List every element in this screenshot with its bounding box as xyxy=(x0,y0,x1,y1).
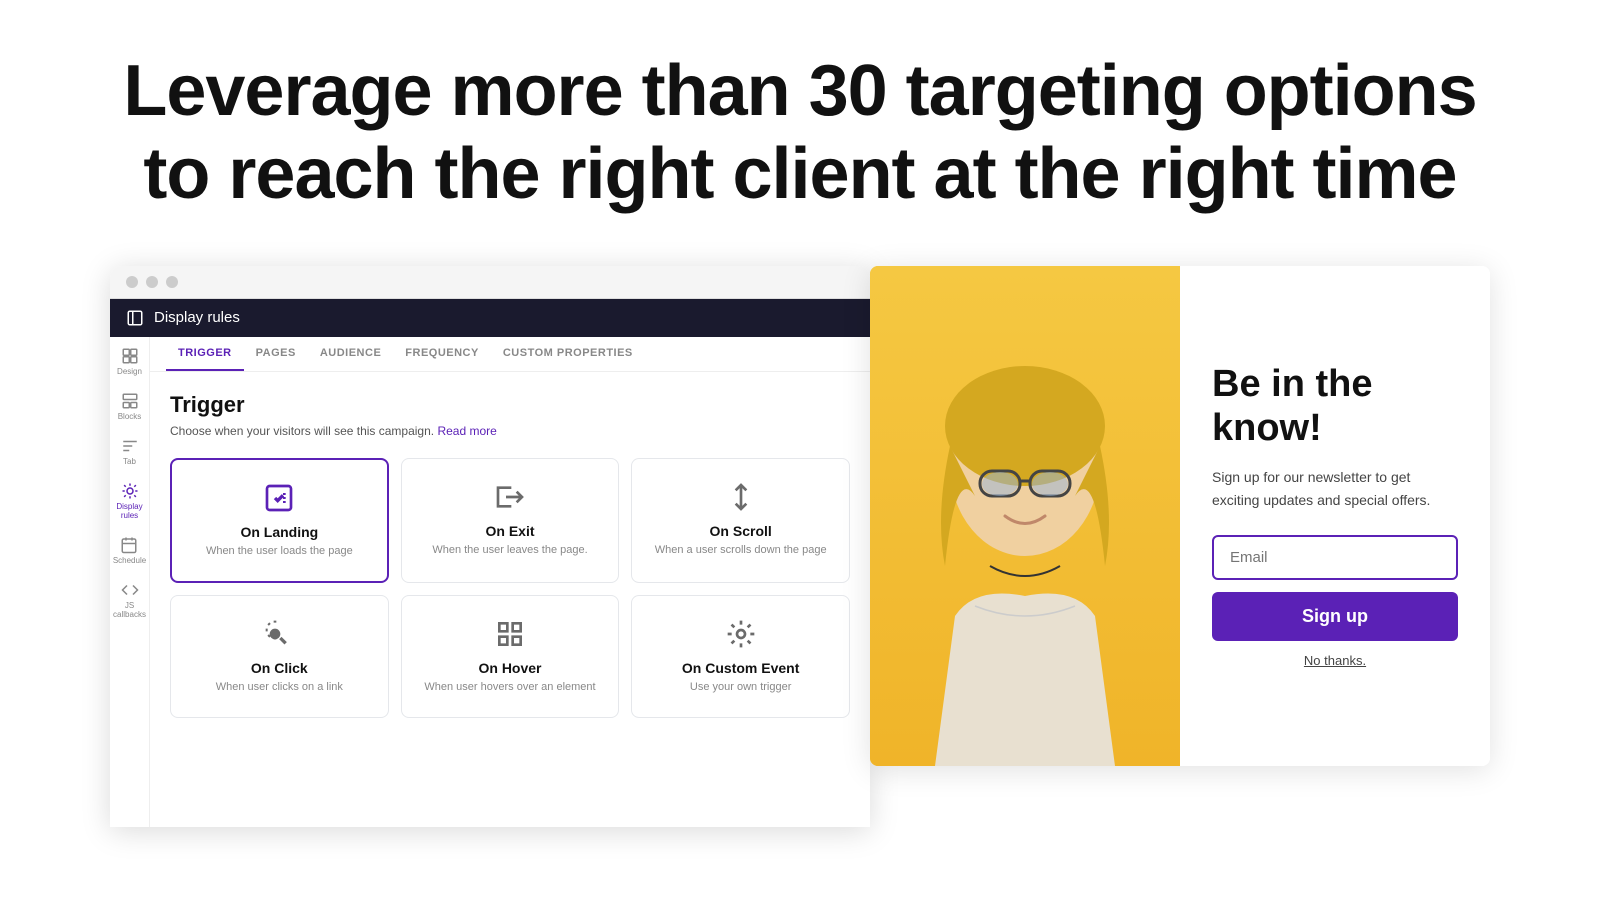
on-exit-desc: When the user leaves the page. xyxy=(432,543,587,558)
blocks-icon xyxy=(121,392,139,410)
tab-audience[interactable]: AUDIENCE xyxy=(308,337,393,371)
on-exit-title: On Exit xyxy=(485,523,534,539)
trigger-card-on-hover[interactable]: On Hover When user hovers over an elemen… xyxy=(401,595,620,718)
tab-custom-properties[interactable]: CUSTOM PROPERTIES xyxy=(491,337,645,371)
main-content-area: TRIGGER PAGES AUDIENCE FREQUENCY CUSTOM … xyxy=(150,337,870,827)
popup-preview: Be in the know! Sign up for our newslett… xyxy=(870,266,1490,766)
on-hover-icon xyxy=(494,618,526,650)
on-hover-title: On Hover xyxy=(478,660,541,676)
sidebar-item-display-rules[interactable]: Display rules xyxy=(110,482,149,520)
display-rules-sidebar-label: Display rules xyxy=(110,502,149,520)
trigger-card-on-custom-event[interactable]: On Custom Event Use your own trigger xyxy=(631,595,850,718)
browser-dot-yellow xyxy=(146,276,158,288)
sidebar-item-blocks[interactable]: Blocks xyxy=(118,392,142,421)
popup-form-panel: Be in the know! Sign up for our newslett… xyxy=(1180,266,1490,766)
blocks-label: Blocks xyxy=(118,412,142,421)
trigger-section: Trigger Choose when your visitors will s… xyxy=(150,372,870,739)
popup-image-bg xyxy=(870,266,1180,766)
schedule-label: Schedule xyxy=(113,556,146,565)
on-click-icon xyxy=(263,618,295,650)
icon-sidebar: Design Blocks Tab xyxy=(110,337,150,827)
on-scroll-title: On Scroll xyxy=(710,523,772,539)
no-thanks-link[interactable]: No thanks. xyxy=(1212,653,1458,668)
tab-pages[interactable]: PAGES xyxy=(244,337,308,371)
woman-illustration xyxy=(875,266,1175,766)
on-landing-icon xyxy=(263,482,295,514)
on-landing-desc: When the user loads the page xyxy=(206,544,353,559)
popup-subtext: Sign up for our newsletter to get exciti… xyxy=(1212,466,1458,511)
browser-mockup: Display rules Design xyxy=(110,266,870,827)
browser-bar xyxy=(110,266,870,299)
schedule-icon xyxy=(120,536,138,554)
tab-label: Tab xyxy=(123,457,136,466)
trigger-cards-grid: On Landing When the user loads the page … xyxy=(170,458,850,719)
sidebar-item-design[interactable]: Design xyxy=(117,347,142,376)
on-click-title: On Click xyxy=(251,660,308,676)
tab-frequency[interactable]: FREQUENCY xyxy=(393,337,491,371)
browser-body: Design Blocks Tab xyxy=(110,337,870,827)
on-scroll-icon xyxy=(725,481,757,513)
trigger-description: Choose when your visitors will see this … xyxy=(170,424,850,438)
browser-dot-red xyxy=(126,276,138,288)
trigger-card-on-exit[interactable]: On Exit When the user leaves the page. xyxy=(401,458,620,583)
on-custom-event-title: On Custom Event xyxy=(682,660,799,676)
tab-trigger[interactable]: TRIGGER xyxy=(166,337,244,371)
sidebar-toggle-icon[interactable] xyxy=(126,309,144,327)
hero-section: Leverage more than 30 targeting options … xyxy=(0,0,1600,256)
on-click-desc: When user clicks on a link xyxy=(216,680,343,695)
on-custom-event-desc: Use your own trigger xyxy=(690,680,792,695)
on-landing-title: On Landing xyxy=(240,524,318,540)
popup-headline: Be in the know! xyxy=(1212,363,1458,450)
trigger-card-on-click[interactable]: On Click When user clicks on a link xyxy=(170,595,389,718)
tab-icon xyxy=(121,437,139,455)
email-input[interactable] xyxy=(1212,535,1458,580)
trigger-card-on-landing[interactable]: On Landing When the user loads the page xyxy=(170,458,389,583)
on-hover-desc: When user hovers over an element xyxy=(424,680,595,695)
callbacks-icon xyxy=(121,581,139,599)
on-exit-icon xyxy=(494,481,526,513)
popup-image-panel xyxy=(870,266,1180,766)
signup-button[interactable]: Sign up xyxy=(1212,592,1458,641)
display-rules-label: Display rules xyxy=(154,309,240,326)
display-rules-bar: Display rules xyxy=(110,299,870,337)
browser-dot-green xyxy=(166,276,178,288)
trigger-card-on-scroll[interactable]: On Scroll When a user scrolls down the p… xyxy=(631,458,850,583)
on-custom-event-icon xyxy=(725,618,757,650)
hero-heading: Leverage more than 30 targeting options … xyxy=(80,50,1520,216)
sidebar-item-schedule[interactable]: Schedule xyxy=(113,536,146,565)
read-more-link[interactable]: Read more xyxy=(437,424,496,438)
sidebar-item-callbacks[interactable]: JS callbacks xyxy=(110,581,149,619)
design-label: Design xyxy=(117,367,142,376)
sidebar-item-tab[interactable]: Tab xyxy=(121,437,139,466)
callbacks-label: JS callbacks xyxy=(110,601,149,619)
trigger-title: Trigger xyxy=(170,392,850,418)
tabs-bar: TRIGGER PAGES AUDIENCE FREQUENCY CUSTOM … xyxy=(150,337,870,372)
display-rules-icon xyxy=(121,482,139,500)
on-scroll-desc: When a user scrolls down the page xyxy=(655,543,827,558)
design-icon xyxy=(121,347,139,365)
bottom-section: Display rules Design xyxy=(0,256,1600,827)
